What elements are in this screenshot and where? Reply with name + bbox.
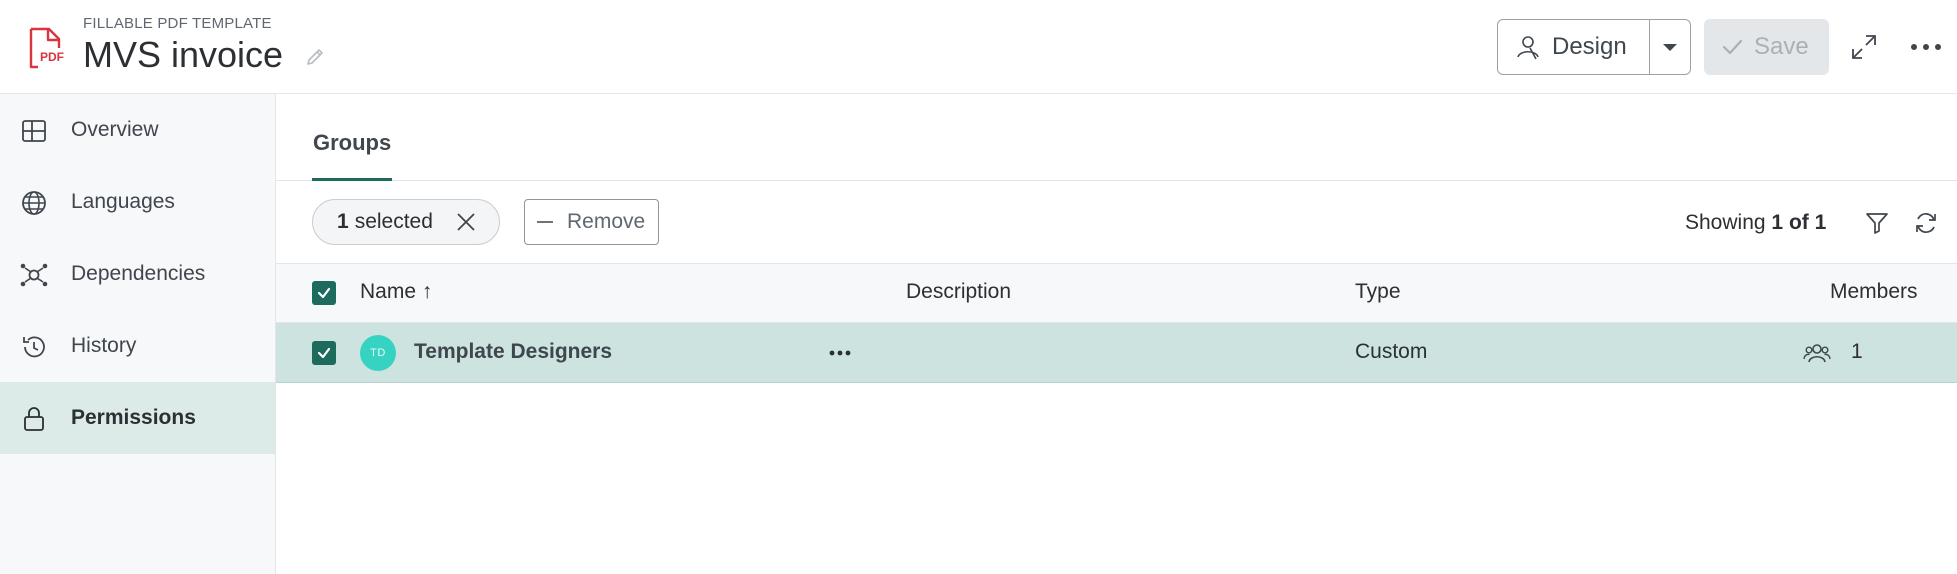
- pdf-file-icon: PDF: [29, 27, 64, 69]
- table-row[interactable]: TD Template Designers Custom 1: [276, 323, 1957, 383]
- tab-groups[interactable]: Groups: [312, 130, 393, 181]
- design-button-label: Design: [1552, 33, 1627, 60]
- showing-prefix: Showing: [1685, 211, 1766, 234]
- sidebar-item-label: Languages: [71, 190, 175, 213]
- design-button[interactable]: Design: [1498, 20, 1650, 74]
- history-icon: [23, 336, 45, 358]
- group-type: Custom: [1355, 340, 1428, 363]
- select-all-checkbox[interactable]: [312, 281, 336, 305]
- column-header-name[interactable]: Name ↑: [360, 280, 432, 304]
- selected-count: 1: [337, 210, 349, 233]
- showing-current: 1: [1771, 211, 1784, 234]
- main-content: Groups 1 selected Remove Showing 1 of 1: [276, 94, 1957, 574]
- more-options-icon[interactable]: [1908, 35, 1944, 59]
- avatar: TD: [360, 335, 396, 371]
- sidebar-item-label: History: [71, 334, 137, 357]
- column-label-name: Name: [360, 280, 417, 303]
- caret-down-icon: [1663, 43, 1677, 51]
- grid-icon: [22, 120, 46, 142]
- pencil-icon[interactable]: [304, 46, 326, 68]
- sidebar-item-label: Permissions: [71, 406, 196, 429]
- row-more-options-icon[interactable]: [827, 345, 853, 361]
- row-checkbox[interactable]: [312, 341, 336, 365]
- sidebar-item-languages[interactable]: Languages: [0, 166, 275, 238]
- sidebar-nav: Overview Languages Dependencies History: [0, 94, 276, 574]
- design-user-icon: [1517, 36, 1539, 60]
- lock-icon: [24, 407, 44, 431]
- members-count: 1: [1851, 340, 1863, 363]
- document-type-label: FILLABLE PDF TEMPLATE: [83, 15, 272, 32]
- pagination-summary: Showing 1 of 1: [1685, 211, 1826, 235]
- globe-icon: [22, 191, 46, 215]
- column-header-members[interactable]: Members: [1830, 280, 1918, 304]
- network-icon: [20, 263, 48, 287]
- sidebar-item-overview[interactable]: Overview: [0, 94, 275, 166]
- remove-button[interactable]: Remove: [524, 199, 659, 245]
- column-header-description[interactable]: Description: [906, 280, 1011, 304]
- tab-bar: Groups: [276, 94, 1957, 181]
- app-header: PDF FILLABLE PDF TEMPLATE MVS invoice De…: [0, 0, 1957, 94]
- table-toolbar: 1 selected Remove Showing 1 of 1: [276, 181, 1957, 264]
- sidebar-item-label: Overview: [71, 118, 159, 141]
- save-button-label: Save: [1754, 33, 1809, 60]
- save-button[interactable]: Save: [1704, 19, 1829, 75]
- refresh-icon[interactable]: [1913, 210, 1939, 236]
- showing-of: of: [1788, 211, 1809, 234]
- users-icon: [1803, 344, 1831, 363]
- remove-button-label: Remove: [567, 210, 646, 233]
- sidebar-item-label: Dependencies: [71, 262, 206, 285]
- table-header: Name ↑ Description Type Members: [276, 264, 1957, 323]
- filter-icon[interactable]: [1864, 210, 1890, 236]
- selected-label: selected: [354, 210, 433, 233]
- showing-total: 1: [1814, 211, 1827, 234]
- selection-chip: 1 selected: [312, 199, 500, 245]
- sidebar-item-history[interactable]: History: [0, 310, 275, 382]
- page-title: MVS invoice: [83, 34, 284, 75]
- sort-ascending-icon: ↑: [421, 280, 433, 303]
- checkmark-icon: [1722, 39, 1743, 55]
- expand-icon[interactable]: [1849, 32, 1879, 62]
- checkmark-icon: [317, 347, 331, 359]
- sidebar-item-permissions[interactable]: Permissions: [0, 382, 275, 454]
- checkmark-icon: [317, 287, 331, 299]
- close-icon[interactable]: [455, 211, 477, 233]
- sidebar-item-dependencies[interactable]: Dependencies: [0, 238, 275, 310]
- group-name-link[interactable]: Template Designers: [414, 340, 612, 364]
- minus-icon: [537, 221, 553, 223]
- pdf-icon-label: PDF: [40, 50, 64, 64]
- column-header-type[interactable]: Type: [1355, 280, 1401, 304]
- design-dropdown-toggle[interactable]: [1650, 20, 1690, 74]
- design-split-button: Design: [1497, 19, 1691, 75]
